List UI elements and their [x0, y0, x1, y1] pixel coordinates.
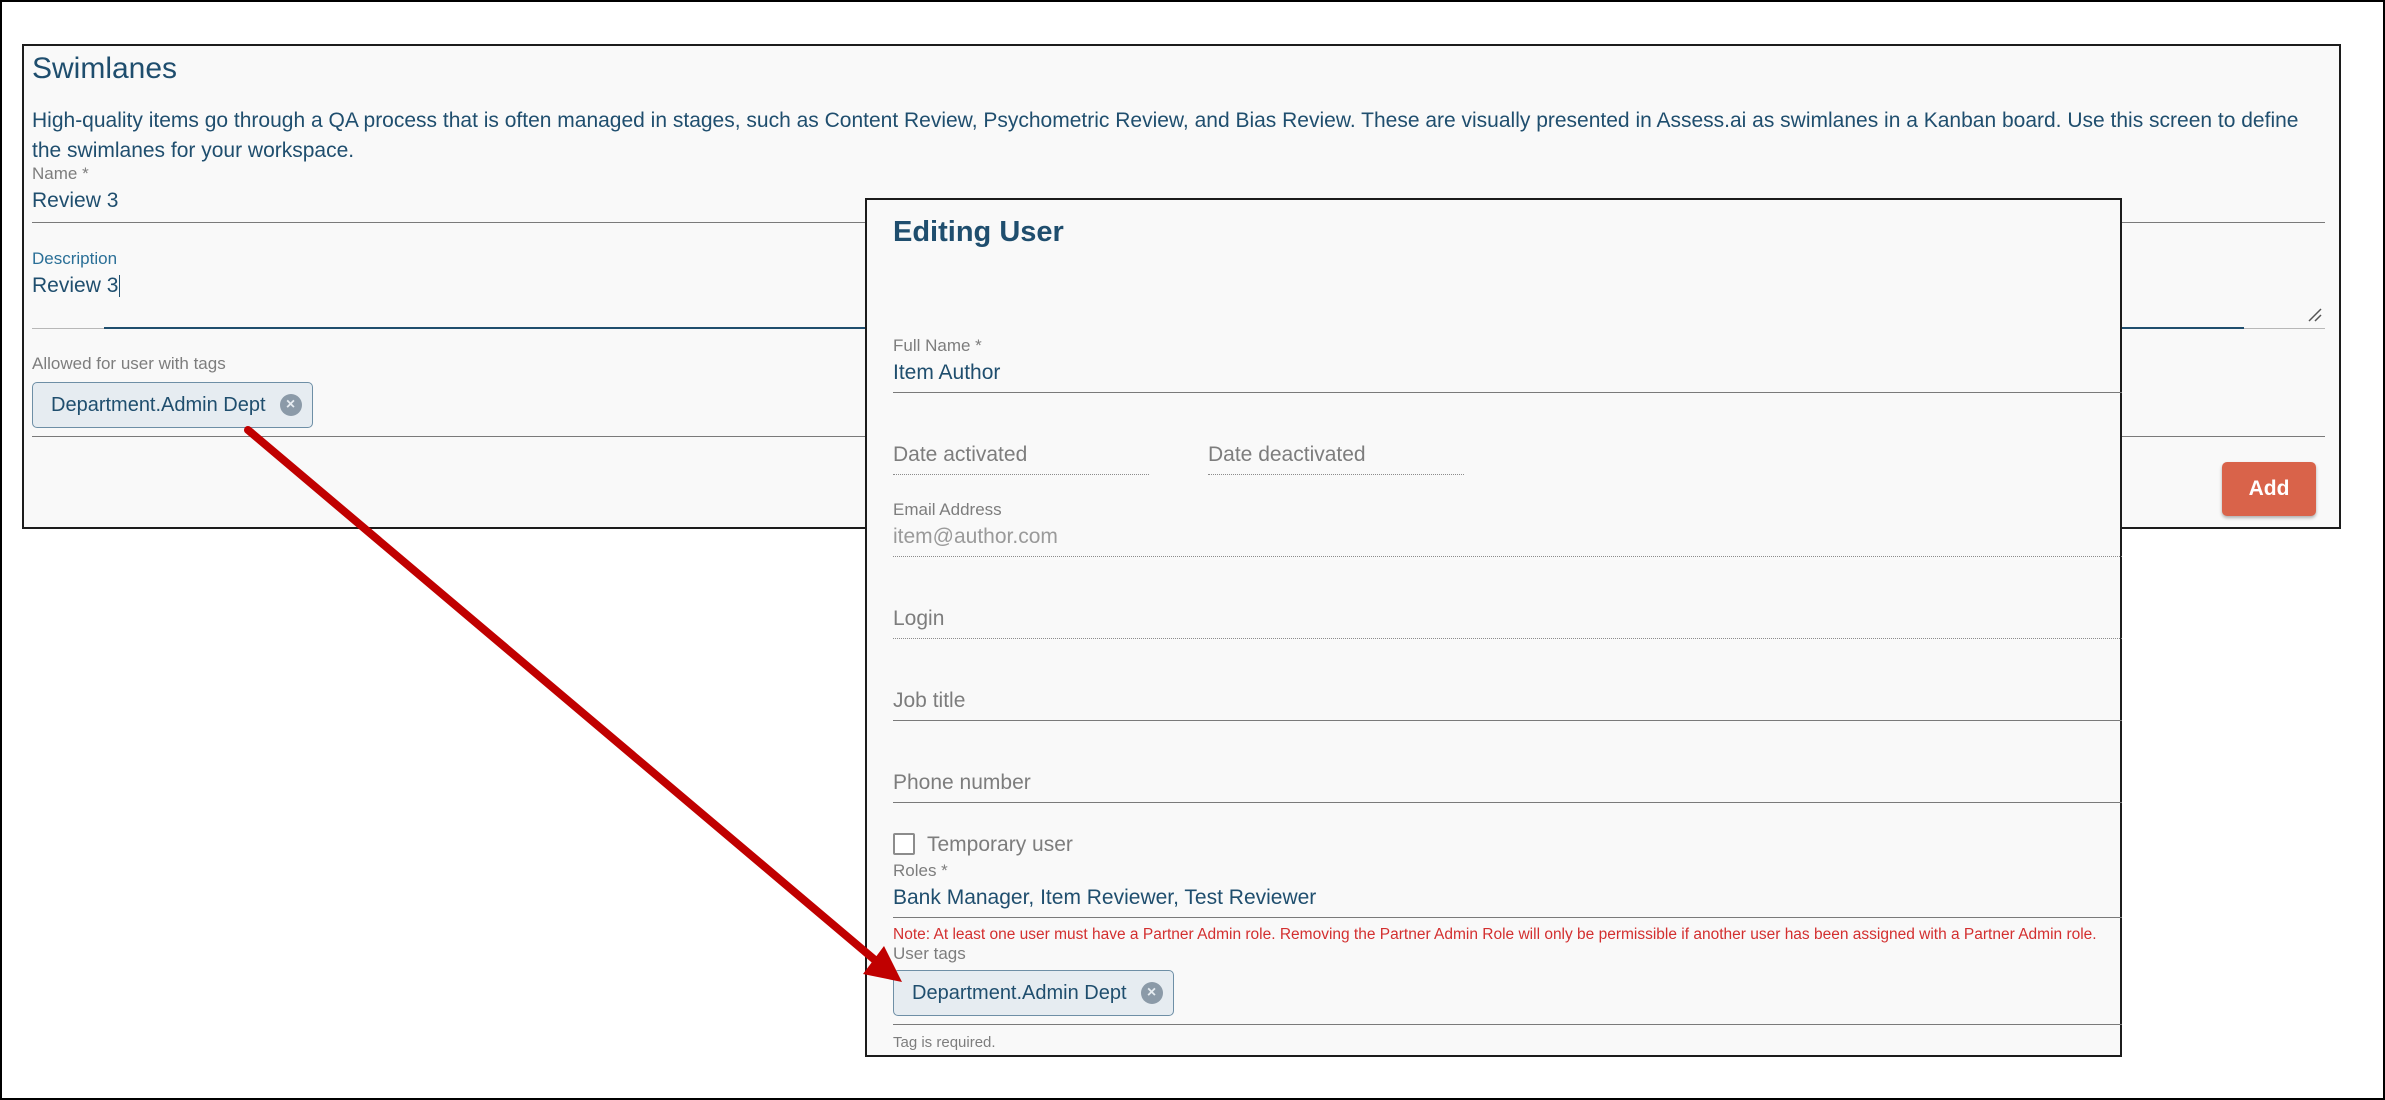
roles-underline — [893, 917, 2122, 918]
full-name-label: Full Name * — [893, 336, 982, 355]
editing-user-dialog: Editing User Full Name * Item Author Dat… — [865, 198, 2122, 1057]
user-tag-chip[interactable]: Department.Admin Dept × — [893, 970, 1174, 1016]
date-activated-underline — [893, 474, 1149, 475]
email-label: Email Address — [893, 500, 1002, 519]
close-circle-icon[interactable]: × — [1140, 982, 1163, 1004]
date-activated-input[interactable]: Date activated — [893, 443, 1027, 467]
resize-handle-icon[interactable] — [2306, 306, 2322, 322]
full-name-underline — [893, 392, 2122, 393]
email-input[interactable]: item@author.com — [893, 525, 1058, 549]
roles-label: Roles * — [893, 861, 948, 880]
roles-select[interactable]: Bank Manager, Item Reviewer, Test Review… — [893, 886, 1316, 910]
user-tags-underline — [893, 1024, 2122, 1025]
job-title-underline — [893, 720, 2122, 721]
roles-note: Note: At least one user must have a Part… — [893, 926, 2097, 943]
tags-helper-text: Tag is required. — [893, 1034, 996, 1051]
date-deactivated-input[interactable]: Date deactivated — [1208, 443, 1366, 467]
name-input[interactable]: Review 3 — [32, 189, 118, 213]
page-description: High-quality items go through a QA proce… — [32, 109, 2299, 162]
description-textarea[interactable]: Review 3 — [32, 274, 121, 298]
text-caret — [119, 275, 121, 298]
add-button[interactable]: Add — [2222, 462, 2316, 516]
temporary-user-label: Temporary user — [927, 833, 1073, 856]
date-deactivated-underline — [1208, 474, 1464, 475]
job-title-input[interactable]: Job title — [893, 689, 965, 713]
name-label: Name * — [32, 164, 89, 183]
dialog-title: Editing User — [893, 216, 1064, 248]
page-title: Swimlanes — [32, 52, 178, 85]
description-value: Review 3 — [32, 274, 119, 297]
user-tag-chip-label: Department.Admin Dept — [912, 981, 1127, 1004]
email-underline — [893, 556, 2122, 557]
close-circle-icon[interactable]: × — [279, 394, 302, 416]
login-underline — [893, 638, 2122, 639]
login-input[interactable]: Login — [893, 607, 944, 631]
full-name-input[interactable]: Item Author — [893, 361, 1000, 385]
phone-input[interactable]: Phone number — [893, 771, 1031, 795]
tag-chip-label: Department.Admin Dept — [51, 393, 266, 416]
temporary-user-checkbox[interactable] — [893, 833, 915, 855]
user-tags-label: User tags — [893, 944, 966, 963]
allowed-tags-label: Allowed for user with tags — [32, 354, 226, 373]
description-label: Description — [32, 249, 118, 268]
tag-chip[interactable]: Department.Admin Dept × — [32, 382, 313, 428]
phone-underline — [893, 802, 2122, 803]
